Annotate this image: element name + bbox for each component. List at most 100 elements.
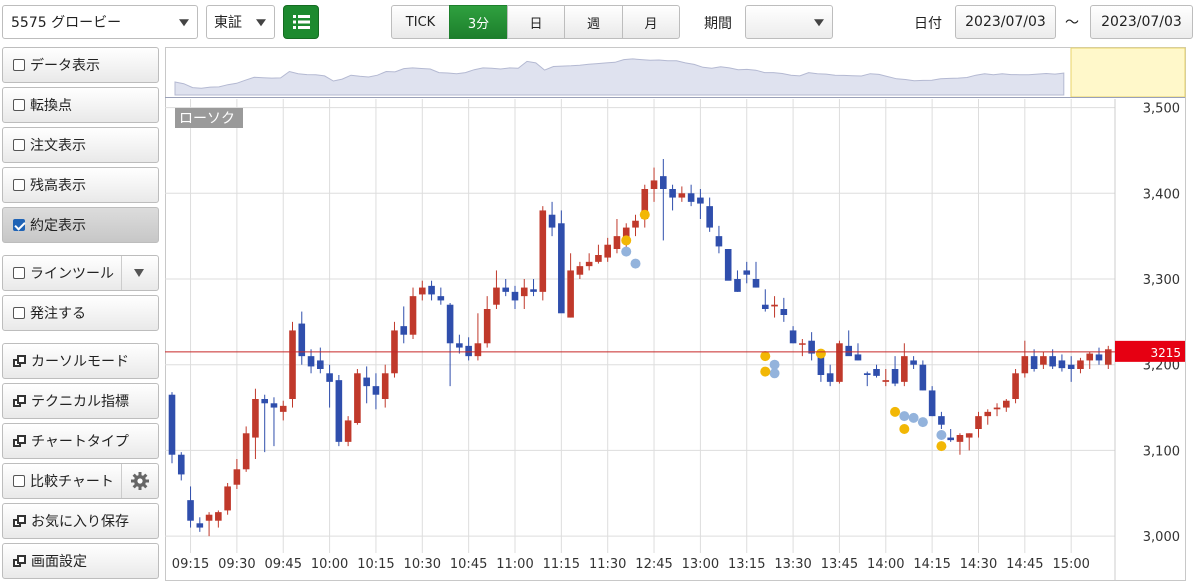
line-tool-toggle[interactable]: ラインツール — [2, 255, 159, 291]
candle-body — [1067, 364, 1075, 369]
y-tick-label: 3,000 — [1143, 530, 1180, 545]
candle-body — [502, 287, 510, 292]
buy-execution-marker — [760, 351, 771, 362]
candle-body — [530, 289, 537, 292]
candle-body — [418, 287, 426, 295]
candle-body — [789, 330, 797, 344]
candle-body — [660, 176, 667, 189]
save-favorite-button[interactable]: お気に入り保存 — [2, 503, 159, 539]
x-tick-label: 11:00 — [496, 557, 533, 572]
navigator-selection-window — [1070, 47, 1186, 98]
candle-body — [1049, 356, 1056, 367]
tab-day[interactable]: 日 — [507, 5, 565, 39]
candle-body — [799, 343, 806, 345]
chart-frame — [165, 47, 1186, 581]
candle-body — [771, 304, 778, 307]
line-tool-label: ラインツール — [30, 266, 114, 282]
tab-3min[interactable]: 3分 — [449, 5, 508, 39]
candle-body — [437, 296, 445, 301]
popup-window-icon — [13, 514, 26, 528]
candle-body — [233, 469, 241, 485]
candle-body — [938, 416, 945, 425]
candle-body — [205, 514, 213, 521]
candle-body — [270, 403, 278, 408]
candle-body — [1030, 356, 1038, 369]
candle-body — [511, 291, 519, 301]
candle-body — [1021, 356, 1029, 374]
candle-body — [891, 369, 899, 384]
tab-day-label: 日 — [529, 16, 543, 32]
candle-body — [956, 435, 964, 442]
execution-display-toggle[interactable]: 約定表示 — [2, 207, 159, 243]
checkbox-icon — [13, 59, 25, 71]
y-tick-label: 3,100 — [1143, 444, 1180, 459]
period-label: 期間 — [704, 16, 732, 32]
price-chart[interactable]: 3,0003,1003,2003,3003,4003,500321509:15 0… — [165, 47, 1200, 587]
candle-body — [474, 343, 482, 357]
screen-settings-button[interactable]: 画面設定 — [2, 543, 159, 579]
order-display-label: 注文表示 — [30, 138, 86, 154]
line-tool-dropdown[interactable] — [121, 256, 158, 290]
checkbox-icon — [13, 307, 25, 319]
candle-body — [632, 220, 639, 228]
x-tick-label: 09:15 — [172, 557, 209, 572]
candle-body — [428, 285, 435, 295]
candle-body — [975, 416, 982, 429]
candle-body — [845, 345, 853, 357]
data-display-toggle[interactable]: データ表示 — [2, 47, 159, 83]
date-from-field[interactable]: 2023/07/03 — [955, 5, 1056, 39]
tab-tick[interactable]: TICK — [391, 5, 450, 39]
candle-body — [400, 326, 408, 335]
date-from-value: 2023/07/03 — [965, 14, 1046, 30]
candle-body — [567, 270, 574, 318]
sell-execution-marker — [769, 359, 780, 370]
sell-execution-marker — [908, 412, 919, 423]
chevron-down-icon — [134, 269, 144, 277]
place-order-toggle[interactable]: 発注する — [2, 295, 159, 331]
tab-week[interactable]: 週 — [564, 5, 623, 39]
candle-body — [465, 345, 472, 357]
candle-body — [576, 266, 584, 275]
candle-body — [298, 323, 306, 357]
sell-execution-marker — [917, 417, 928, 428]
chart-type-button[interactable]: チャートタイプ — [2, 423, 159, 459]
checkbox-icon — [13, 179, 25, 191]
compare-chart-toggle[interactable]: 比較チャート — [2, 463, 159, 499]
navigator-overview[interactable] — [165, 47, 1186, 98]
list-menu-button[interactable] — [283, 5, 319, 39]
candle-body — [1040, 356, 1047, 365]
candle-body — [168, 394, 176, 455]
market-select[interactable]: 東証 — [206, 5, 275, 39]
candle-body — [335, 380, 343, 442]
cursor-mode-button[interactable]: カーソルモード — [2, 343, 159, 379]
position-display-toggle[interactable]: 残高表示 — [2, 167, 159, 203]
checkbox-checked-icon — [13, 219, 25, 231]
x-tick-label: 10:30 — [404, 557, 441, 572]
order-display-toggle[interactable]: 注文表示 — [2, 127, 159, 163]
candle-body — [993, 407, 1001, 410]
candle-body — [344, 420, 352, 442]
candle-body — [558, 223, 565, 314]
candle-body — [752, 279, 760, 288]
x-tick-label: 09:30 — [218, 557, 255, 572]
technical-indicator-button[interactable]: テクニカル指標 — [2, 383, 159, 419]
compare-settings-button[interactable] — [121, 464, 158, 498]
buy-execution-marker — [760, 366, 771, 377]
position-display-label: 残高表示 — [30, 178, 86, 194]
candle-body — [1003, 400, 1010, 408]
buy-execution-marker — [899, 424, 910, 434]
stock-select-value: 5575 グロービー — [11, 15, 122, 31]
x-tick-label: 13:30 — [774, 557, 811, 572]
candle-body — [1058, 360, 1066, 369]
tab-month[interactable]: 月 — [622, 5, 680, 39]
date-to-field[interactable]: 2023/07/03 — [1090, 5, 1193, 39]
candle-body — [734, 279, 741, 292]
candle-body — [409, 296, 417, 335]
turning-point-toggle[interactable]: 転換点 — [2, 87, 159, 123]
x-tick-label: 10:15 — [357, 557, 394, 572]
period-select[interactable] — [745, 5, 833, 39]
candle-body — [242, 433, 250, 470]
candle-body — [456, 343, 463, 348]
candle-body — [650, 180, 658, 189]
stock-select[interactable]: 5575 グロービー — [2, 5, 198, 39]
